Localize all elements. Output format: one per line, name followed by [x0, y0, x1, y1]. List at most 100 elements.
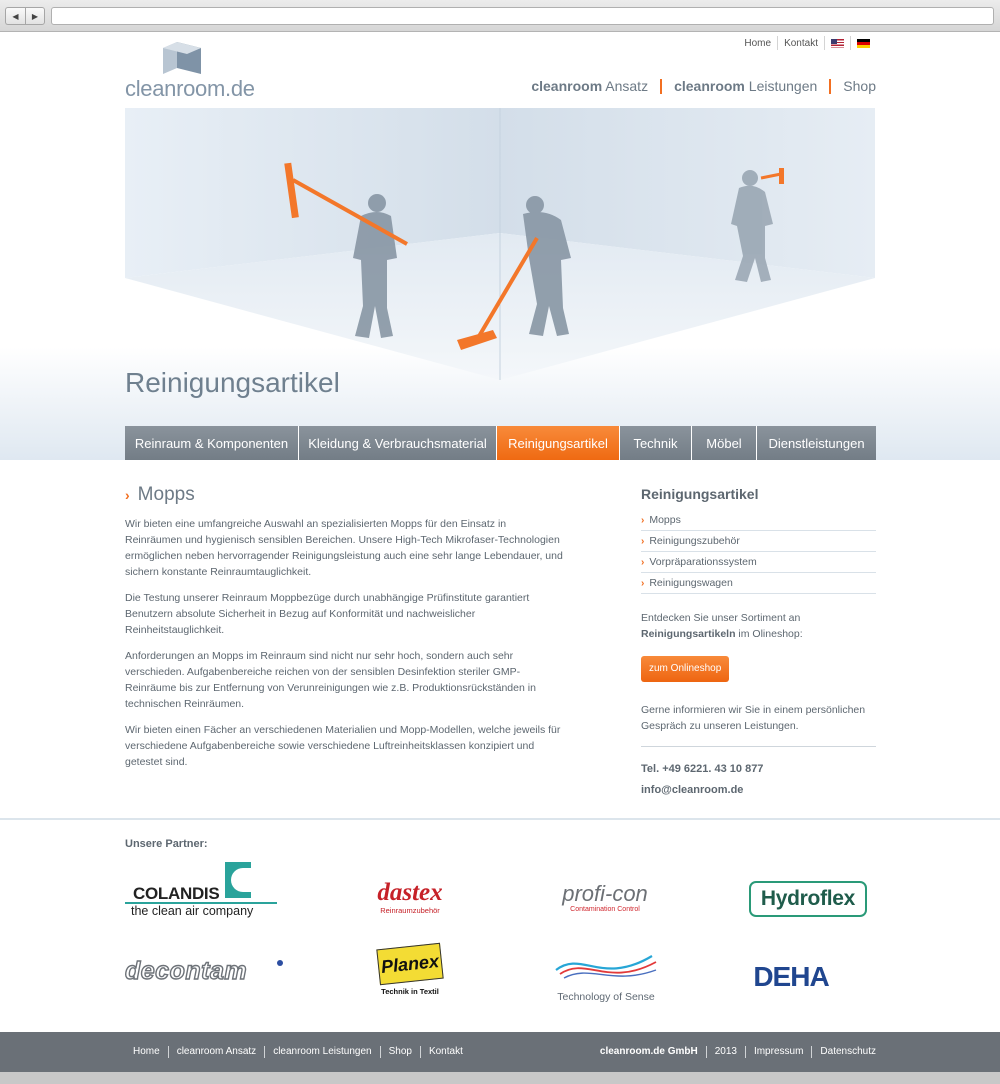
main-navigation: cleanroom Ansatz cleanroom Leistungen Sh… [531, 79, 876, 94]
partners-title: Unsere Partner: [125, 838, 208, 850]
chevron-right-icon: › [641, 514, 645, 526]
top-links: Home Kontakt [738, 36, 876, 50]
browser-toolbar: ◀ ▶ [0, 0, 1000, 32]
partner-logo-hydroflex[interactable]: Hydroflex [749, 881, 867, 917]
partner-logo-dastex[interactable]: dastex Reinraumzubehör [368, 880, 452, 916]
section-heading-text: Mopps [137, 484, 195, 505]
back-arrow-icon[interactable]: ◀ [5, 7, 25, 25]
footer-legal: cleanroom.de GmbH 2013 Impressum Datensc… [592, 1046, 876, 1058]
footer-nav: Home cleanroom Ansatz cleanroom Leistung… [125, 1046, 471, 1058]
sidebar: Reinigungsartikel › Mopps › Reinigungszube… [641, 486, 876, 801]
site-logo[interactable]: cleanroom.de [125, 42, 275, 102]
planex-name: Planex [380, 950, 440, 977]
language-de[interactable] [850, 36, 876, 50]
footer-year: 2013 [705, 1046, 745, 1058]
toplink-kontakt[interactable]: Kontakt [777, 36, 824, 50]
german-flag-icon [857, 38, 870, 48]
nav-cleanroom-leistungen[interactable]: cleanroom Leistungen [660, 79, 829, 94]
sidebar-item-label: Mopps [649, 514, 681, 526]
nav-label-bold: cleanroom [674, 78, 745, 94]
tab-dienstleistungen[interactable]: Dienstleistungen [757, 426, 876, 460]
partner-logo-proficon[interactable]: profi-con Contamination Control [558, 882, 652, 916]
language-en[interactable] [824, 36, 850, 50]
sidebar-title: Reinigungsartikel [641, 486, 759, 502]
email-link[interactable]: info@cleanroom.de [641, 780, 876, 801]
dastex-name: dastex [377, 879, 443, 906]
content-paragraph: Wir bieten eine umfangreiche Auswahl an … [125, 518, 563, 578]
colandis-tagline: the clean air company [131, 904, 254, 918]
chevron-right-icon: › [641, 577, 645, 589]
page-title: Reinigungsartikel [125, 367, 340, 398]
sidebar-item-vorpraeparationssystem[interactable]: › Vorpräparationssystem [641, 552, 876, 573]
decontam-dot-icon [277, 960, 283, 966]
nav-shop[interactable]: Shop [829, 79, 876, 94]
footer-link-impressum[interactable]: Impressum [744, 1046, 811, 1058]
logo-word: cleanroom [125, 76, 226, 101]
main-content: › Mopps Wir bieten eine umfangreiche Ausw… [125, 484, 565, 780]
decontam-name: decontam [124, 957, 248, 985]
tab-technik[interactable]: Technik [620, 426, 692, 460]
address-bar[interactable] [51, 7, 994, 25]
contact-info: Tel. +49 6221. 43 10 877 info@cleanroom.… [641, 759, 876, 801]
section-heading: › Mopps [125, 484, 565, 506]
chevron-right-icon: › [641, 535, 645, 547]
toplink-home[interactable]: Home [738, 36, 777, 50]
category-navigation: Reinraum & Komponenten Kleidung & Verbra… [125, 426, 876, 460]
footer: Home cleanroom Ansatz cleanroom Leistung… [0, 1032, 1000, 1072]
nav-label: Ansatz [602, 78, 649, 94]
footer-link-leistungen[interactable]: cleanroom Leistungen [264, 1046, 379, 1058]
planex-tagline: Technik in Textil [381, 987, 439, 996]
chevron-right-icon: › [641, 556, 645, 568]
tab-reinraum-komponenten[interactable]: Reinraum & Komponenten [125, 426, 299, 460]
partner-logo-planex[interactable]: Planex Technik in Textil [374, 942, 446, 1000]
browser-bottom-bar [0, 1072, 1000, 1084]
content-paragraph: Die Testung unserer Reinraum Moppbezüge … [125, 592, 530, 636]
partner-logo-colandis[interactable]: COLANDIS the clean air company [125, 862, 277, 920]
cube-logo-icon [163, 42, 201, 74]
hero-banner: Reinigungsartikel [0, 108, 1000, 460]
logo-wordmark: cleanroom.de [125, 76, 255, 102]
footer-link-ansatz[interactable]: cleanroom Ansatz [167, 1046, 265, 1058]
onlineshop-button[interactable]: zum Onlineshop [641, 656, 730, 682]
hero-illustration [125, 108, 875, 380]
phone-number: Tel. +49 6221. 43 10 877 [641, 763, 764, 775]
colandis-mark-cutout [231, 868, 251, 892]
footer-link-home[interactable]: Home [125, 1046, 168, 1058]
nav-cleanroom-ansatz[interactable]: cleanroom Ansatz [531, 79, 660, 94]
content-paragraph: Wir bieten einen Fächer an verschiedenen… [125, 724, 561, 768]
partner-logo-technology-of-sense[interactable]: Technology of Sense [552, 946, 660, 1003]
nav-label: Leistungen [744, 78, 818, 94]
nav-label-bold: cleanroom [531, 78, 603, 94]
content-paragraph: Anforderungen an Mopps im Reinraum sind … [125, 650, 536, 710]
partner-logo-deha[interactable]: DEHA [750, 962, 832, 994]
tos-name: Technology of Sense [557, 991, 655, 1003]
proficon-tagline: Contamination Control [570, 906, 640, 913]
partner-logo-decontam[interactable]: decontam [124, 957, 285, 986]
sidebar-item-label: Reinigungszubehör [649, 535, 740, 547]
tab-kleidung-verbrauchsmaterial[interactable]: Kleidung & Verbrauchsmaterial [299, 426, 497, 460]
colandis-name: COLANDIS [133, 884, 220, 903]
shop-teaser: Entdecken Sie unser Sortiment an Reinigu… [641, 610, 876, 642]
us-flag-icon [831, 38, 844, 48]
partners-divider [0, 818, 1000, 820]
tab-reinigungsartikel[interactable]: Reinigungsartikel [497, 426, 620, 460]
waves-icon [555, 955, 657, 979]
footer-link-datenschutz[interactable]: Datenschutz [811, 1046, 876, 1058]
browser-nav-buttons: ◀ ▶ [5, 7, 45, 25]
sidebar-item-reinigungszubehoer[interactable]: › Reinigungszubehör [641, 531, 876, 552]
deha-name: DEHA [753, 961, 829, 992]
sidebar-item-reinigungswagen[interactable]: › Reinigungswagen [641, 573, 876, 594]
sidebar-item-mopps[interactable]: › Mopps [641, 510, 876, 531]
logo-tld: .de [225, 76, 255, 101]
sidebar-item-label: Vorpräparationssystem [649, 556, 757, 568]
info-text: Gerne informieren wir Sie in einem persö… [641, 702, 876, 747]
proficon-name: profi-con [562, 881, 648, 906]
footer-link-kontakt[interactable]: Kontakt [419, 1046, 471, 1058]
chevron-right-icon: › [125, 487, 130, 503]
tab-moebel[interactable]: Möbel [692, 426, 757, 460]
forward-arrow-icon[interactable]: ▶ [25, 7, 45, 25]
footer-company: cleanroom.de GmbH [599, 1046, 698, 1057]
shop-teaser-bold: Reinigungsartikeln [641, 628, 736, 640]
footer-link-shop[interactable]: Shop [379, 1046, 420, 1058]
sidebar-item-label: Reinigungswagen [649, 577, 733, 589]
